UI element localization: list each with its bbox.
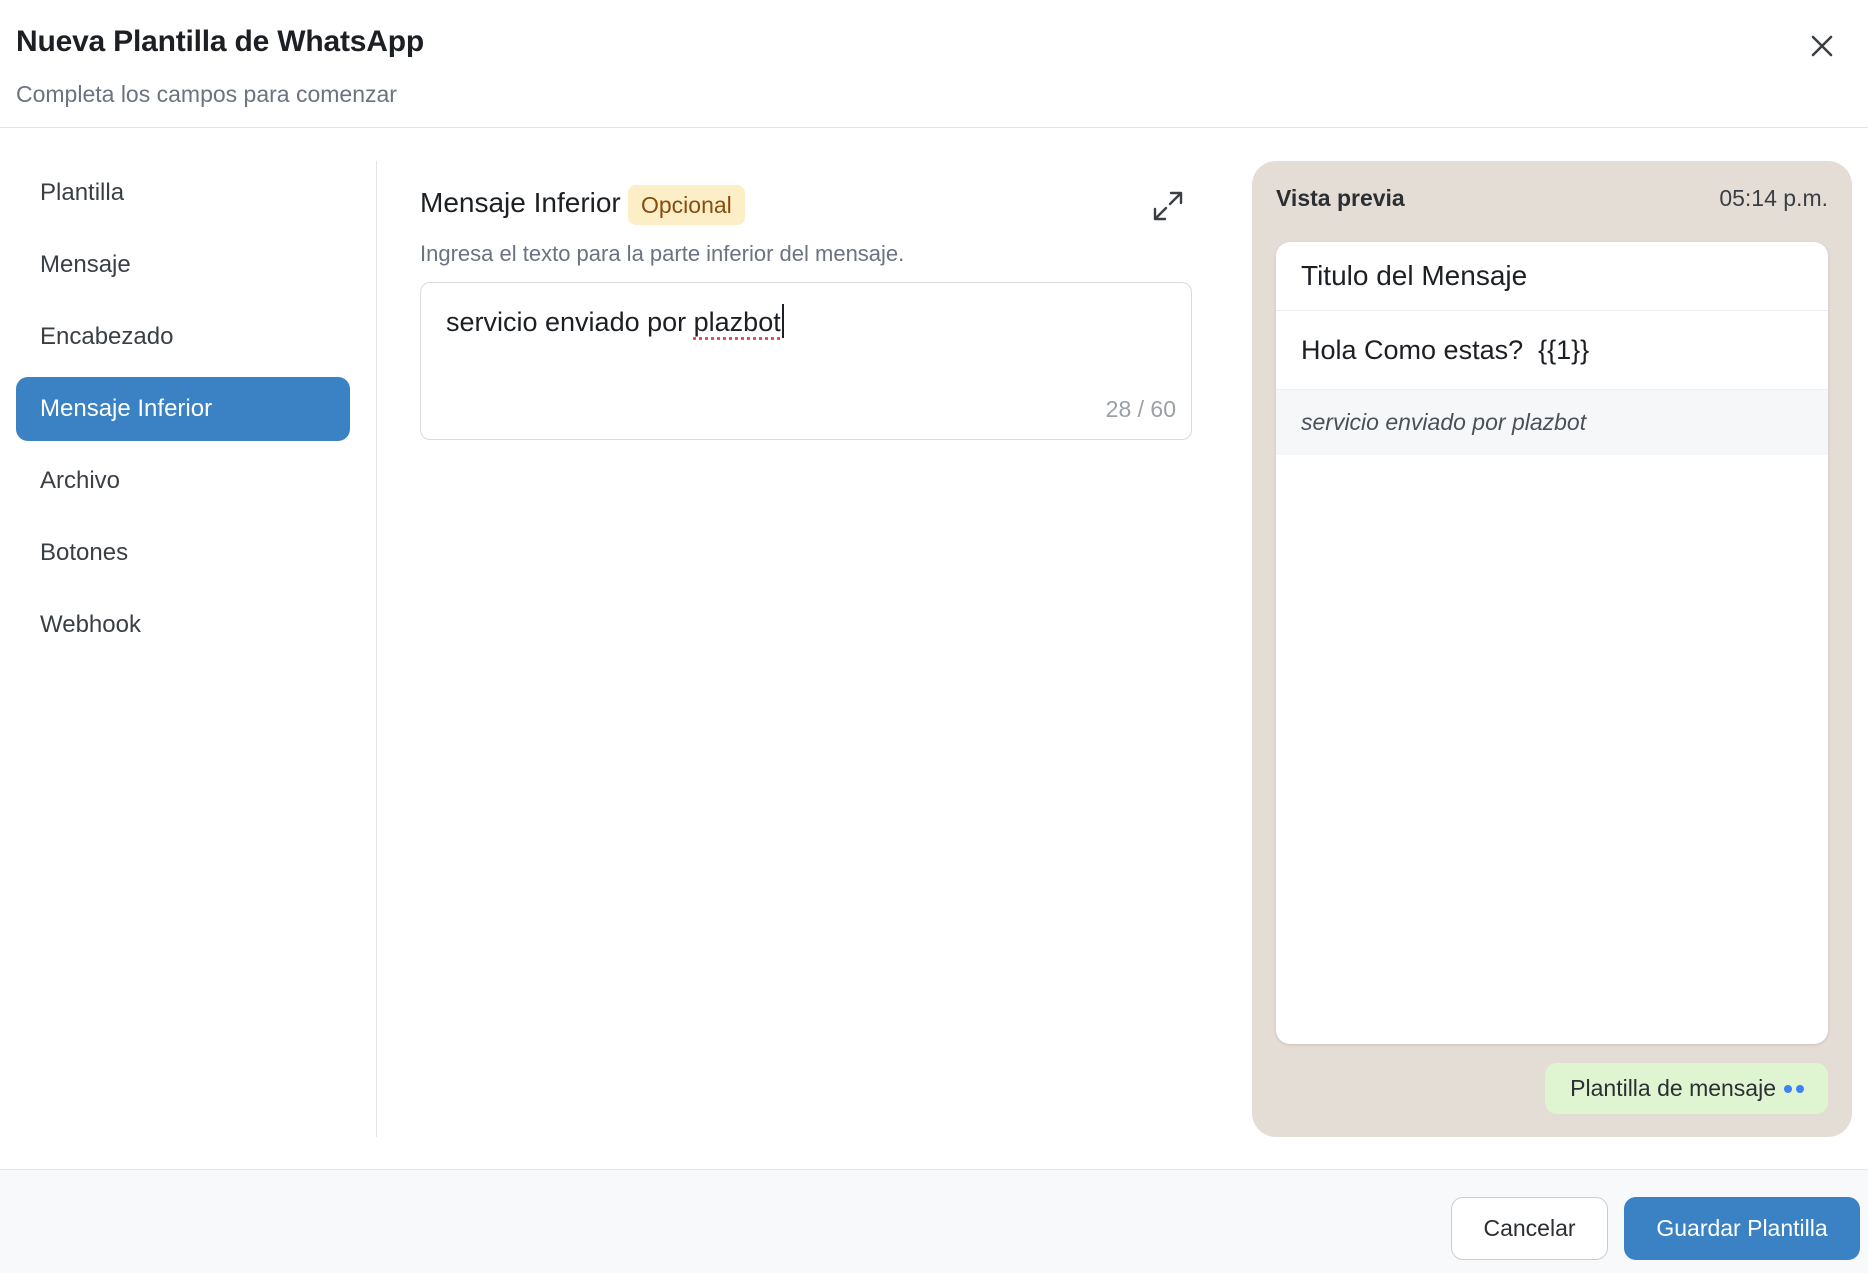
save-template-button[interactable]: Guardar Plantilla — [1624, 1197, 1860, 1260]
close-icon[interactable] — [1804, 28, 1840, 64]
preview-card-footer: servicio enviado por plazbot — [1276, 390, 1828, 455]
section-title: Mensaje Inferior — [420, 187, 621, 218]
preview-panel: Vista previa 05:14 p.m. Titulo del Mensa… — [1252, 161, 1852, 1137]
textarea-value-text: servicio enviado por — [446, 307, 694, 337]
expand-icon[interactable] — [1151, 189, 1185, 223]
preview-time: 05:14 p.m. — [1719, 185, 1828, 211]
footer-message-textarea[interactable]: servicio enviado por plazbot 28 / 60 — [420, 282, 1192, 440]
sidebar-nav: Plantilla Mensaje Encabezado Mensaje Inf… — [0, 161, 377, 1137]
sidebar-item-encabezado[interactable]: Encabezado — [16, 305, 350, 369]
dialog-header: Nueva Plantilla de WhatsApp Completa los… — [0, 0, 1868, 128]
read-dots-icon — [1784, 1084, 1804, 1093]
preview-card-body: Hola Como estas? {{1}} — [1276, 311, 1828, 390]
message-preview-card: Titulo del Mensaje Hola Como estas? {{1}… — [1276, 242, 1828, 1044]
sidebar-item-mensaje-inferior[interactable]: Mensaje Inferior — [16, 377, 350, 441]
preview-card-title: Titulo del Mensaje — [1276, 242, 1828, 311]
optional-badge: Opcional — [628, 185, 745, 225]
textarea-value: servicio enviado por plazbot — [446, 304, 784, 338]
section-description: Ingresa el texto para la parte inferior … — [420, 241, 905, 266]
dialog-subtitle: Completa los campos para comenzar — [16, 81, 397, 107]
sidebar-item-webhook[interactable]: Webhook — [16, 593, 350, 657]
sidebar-item-botones[interactable]: Botones — [16, 521, 350, 585]
misspelled-word: plazbot — [693, 307, 781, 337]
template-message-chip: Plantilla de mensaje — [1545, 1063, 1828, 1114]
dialog-footer: Cancelar Guardar Plantilla — [0, 1169, 1868, 1273]
character-counter: 28 / 60 — [1105, 396, 1176, 422]
sidebar-item-plantilla[interactable]: Plantilla — [16, 161, 350, 225]
chip-label: Plantilla de mensaje — [1570, 1075, 1776, 1101]
dialog-title: Nueva Plantilla de WhatsApp — [16, 25, 425, 58]
sidebar-item-mensaje[interactable]: Mensaje — [16, 233, 350, 297]
sidebar-item-archivo[interactable]: Archivo — [16, 449, 350, 513]
text-caret — [781, 304, 784, 338]
cancel-button[interactable]: Cancelar — [1451, 1197, 1608, 1260]
preview-label: Vista previa — [1276, 185, 1405, 211]
